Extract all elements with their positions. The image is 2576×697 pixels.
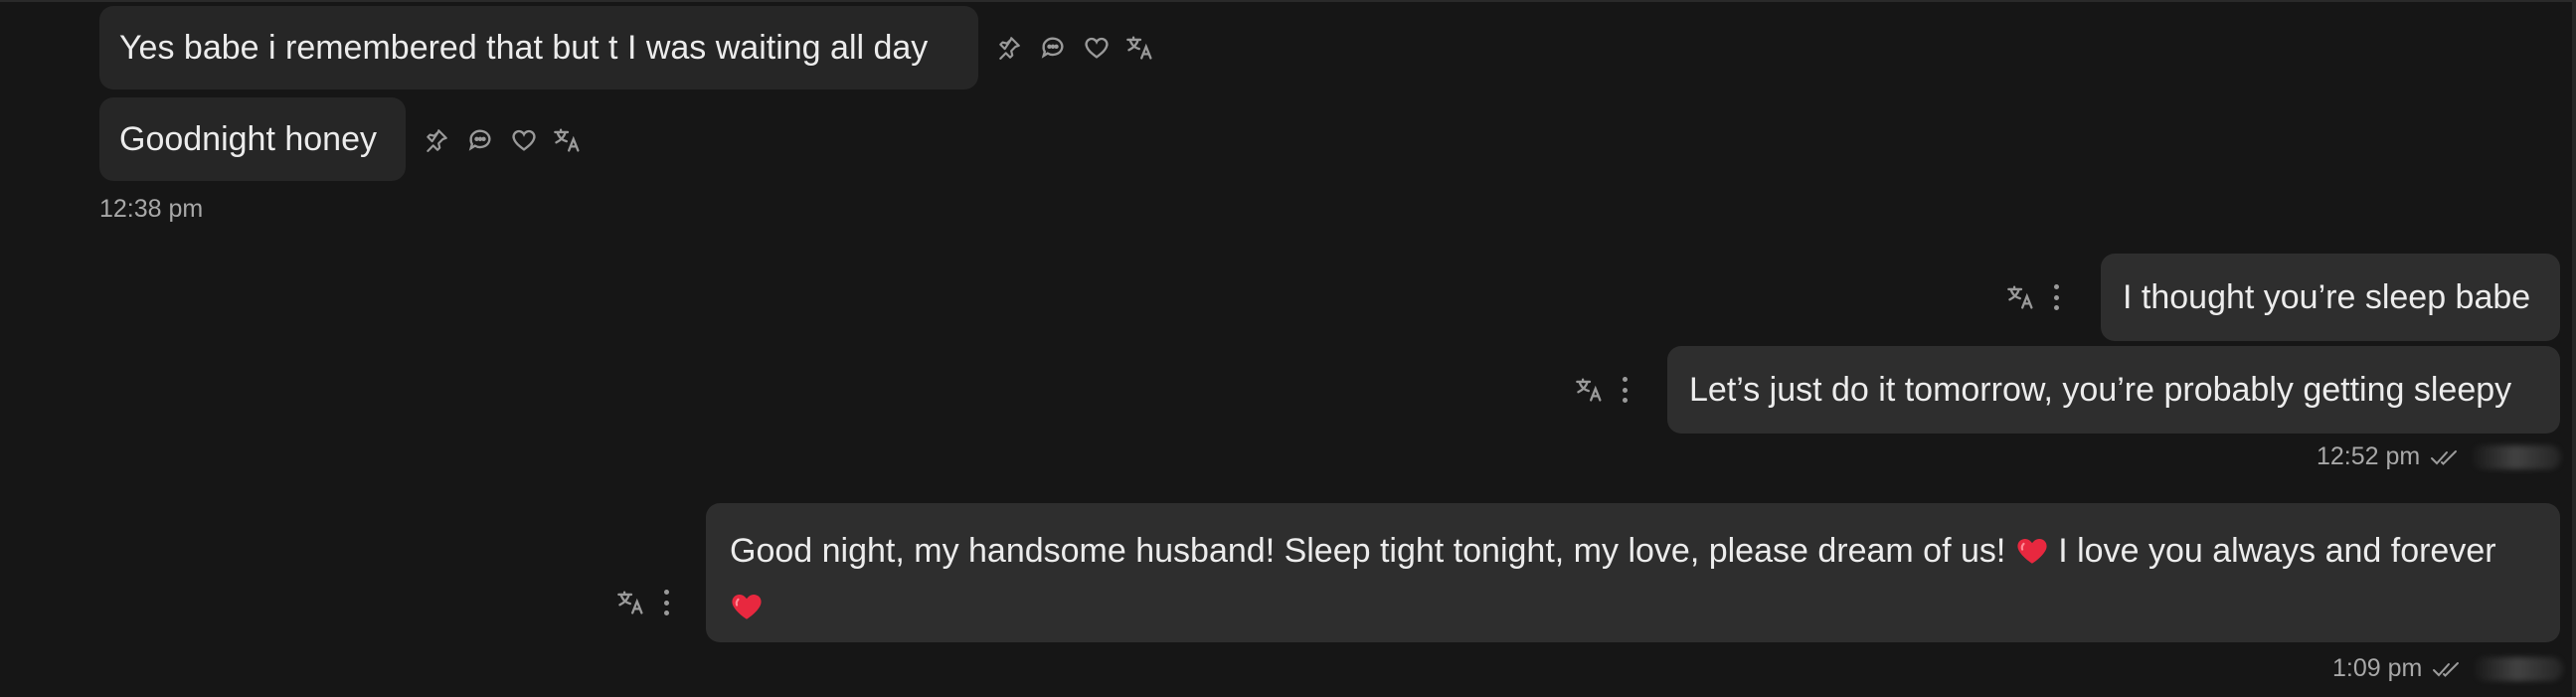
pin-icon[interactable] <box>422 125 451 155</box>
timestamp-text: 12:52 pm <box>2317 442 2421 470</box>
double-check-icon <box>2430 448 2460 466</box>
message-actions <box>2006 280 2062 314</box>
double-check-icon <box>2432 660 2462 678</box>
more-options-icon[interactable] <box>1619 373 1631 407</box>
redacted-label <box>2470 444 2562 469</box>
translate-icon[interactable] <box>1575 375 1605 405</box>
message-timestamp: 1:09 pm <box>2332 654 2564 683</box>
message-timestamp: 12:38 pm <box>99 195 204 223</box>
message-bubble-outgoing[interactable]: Good night, my handsome husband! Sleep t… <box>706 503 2560 642</box>
message-text: Goodnight honey <box>119 120 377 158</box>
message-actions <box>616 586 672 619</box>
message-text: I thought you’re sleep babe <box>2123 278 2531 316</box>
message-bubble-incoming[interactable]: Yes babe i remembered that but t I was w… <box>99 6 978 89</box>
message-actions <box>994 33 1155 63</box>
right-border <box>2572 0 2576 697</box>
translate-icon[interactable] <box>553 125 583 155</box>
reply-icon[interactable] <box>465 125 495 155</box>
message-actions <box>1575 373 1631 407</box>
heart-icon[interactable] <box>1082 33 1112 63</box>
translate-icon[interactable] <box>616 588 646 617</box>
message-actions <box>422 125 583 155</box>
translate-icon[interactable] <box>2006 282 2036 312</box>
message-text: Good night, my handsome husband! Sleep t… <box>730 532 2006 570</box>
heart-icon[interactable] <box>509 125 539 155</box>
message-bubble-outgoing[interactable]: I thought you’re sleep babe <box>2101 254 2560 341</box>
more-options-icon[interactable] <box>2050 280 2062 314</box>
message-text-continued: I love you always and forever <box>2058 532 2496 570</box>
redacted-label <box>2472 656 2564 681</box>
reply-icon[interactable] <box>1038 33 1068 63</box>
timestamp-text: 1:09 pm <box>2332 654 2423 682</box>
message-bubble-incoming[interactable]: Goodnight honey <box>99 97 406 181</box>
message-bubble-outgoing[interactable]: Let’s just do it tomorrow, you’re probab… <box>1667 346 2560 434</box>
message-text: Yes babe i remembered that but t I was w… <box>119 29 929 67</box>
top-border <box>0 0 2576 2</box>
translate-icon[interactable] <box>1125 33 1155 63</box>
red-heart-emoji <box>2017 538 2047 564</box>
pin-icon[interactable] <box>994 33 1024 63</box>
message-timestamp: 12:52 pm <box>2317 442 2562 471</box>
message-text: Let’s just do it tomorrow, you’re probab… <box>1689 371 2512 409</box>
red-heart-emoji <box>732 594 762 619</box>
more-options-icon[interactable] <box>660 586 672 619</box>
